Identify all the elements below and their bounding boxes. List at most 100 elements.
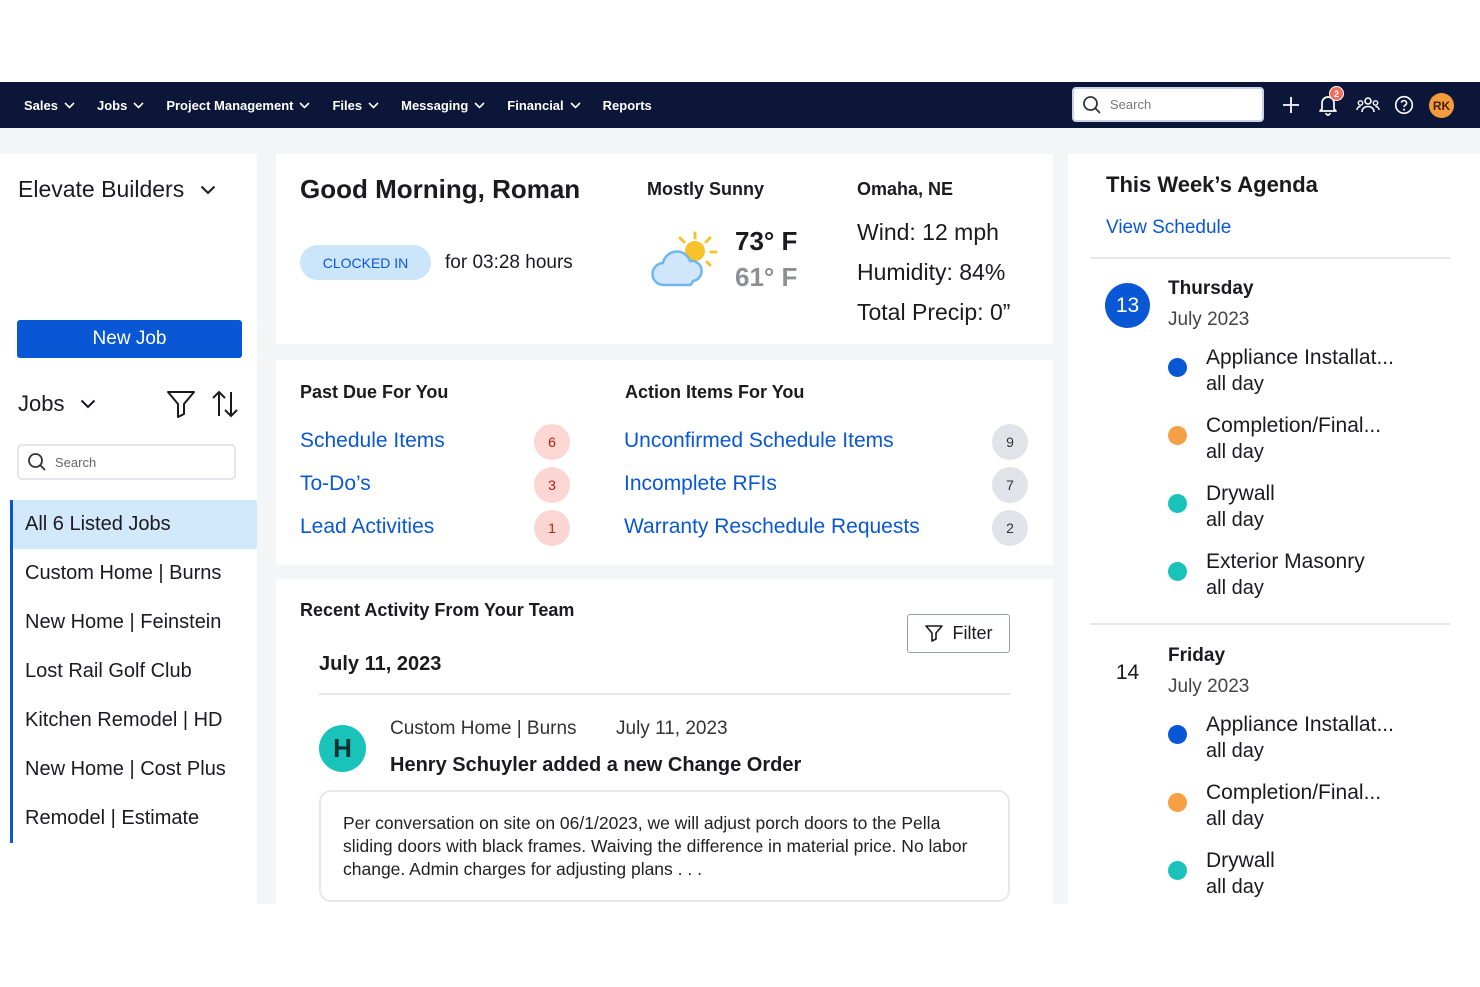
count-badge: 3 — [534, 467, 570, 503]
activity-job-name[interactable]: Custom Home | Burns — [390, 718, 577, 740]
jobs-label: Jobs — [18, 391, 65, 416]
nav-jobs[interactable]: Jobs — [97, 98, 144, 113]
agenda-event[interactable]: Completion/Final... all day — [1168, 781, 1458, 835]
new-job-button[interactable]: New Job — [17, 320, 242, 358]
activity-headline[interactable]: Henry Schuyler added a new Change Order — [390, 754, 801, 777]
nav-project-management[interactable]: Project Management — [166, 97, 311, 113]
weekly-agenda-panel: This Week’s Agenda View Schedule 13 Thur… — [1068, 154, 1480, 904]
chevron-down-icon — [133, 101, 144, 109]
day-month: July 2023 — [1168, 676, 1250, 697]
sort-icon[interactable] — [211, 389, 239, 419]
temperature-high: 73° F — [735, 226, 798, 256]
past-due-todos-link[interactable]: To-Do’s — [300, 472, 371, 496]
view-schedule-link[interactable]: View Schedule — [1106, 217, 1231, 239]
tasks-card: Past Due For You Schedule Items 6 To-Do’… — [276, 360, 1053, 565]
global-search-input[interactable] — [1110, 97, 1250, 112]
search-icon — [1083, 95, 1101, 114]
event-color-dot — [1168, 725, 1187, 744]
event-time: all day — [1206, 373, 1264, 395]
event-color-dot — [1168, 562, 1187, 581]
job-list: All 6 Listed Jobs Custom Home | Burns Ne… — [10, 500, 257, 843]
event-color-dot — [1168, 426, 1187, 445]
past-due-schedule-items-link[interactable]: Schedule Items — [300, 429, 445, 453]
weather-condition: Mostly Sunny — [647, 179, 765, 199]
agenda-title: This Week’s Agenda — [1106, 172, 1318, 197]
notification-count-badge: 2 — [1329, 86, 1344, 101]
help-button[interactable] — [1391, 92, 1417, 118]
chevron-down-icon — [299, 101, 311, 109]
recent-activity-card: Recent Activity From Your Team Filter Ju… — [276, 579, 1053, 904]
global-search-box[interactable] — [1072, 87, 1264, 122]
search-icon — [28, 453, 46, 471]
event-time: all day — [1206, 740, 1264, 762]
job-list-item[interactable]: New Home | Cost Plus — [13, 745, 257, 794]
nav-label: Project Management — [166, 97, 294, 113]
agenda-event[interactable]: Appliance Installat... all day — [1168, 713, 1458, 767]
event-color-dot — [1168, 793, 1187, 812]
incomplete-rfis-link[interactable]: Incomplete RFIs — [624, 472, 777, 496]
team-icon — [1356, 97, 1380, 113]
count-badge: 6 — [534, 424, 570, 460]
activity-filter-button[interactable]: Filter — [907, 614, 1010, 653]
chevron-down-icon — [474, 101, 485, 109]
job-list-item-all[interactable]: All 6 Listed Jobs — [13, 500, 257, 549]
activity-note: Per conversation on site on 06/1/2023, w… — [319, 790, 1010, 902]
add-button[interactable] — [1278, 92, 1304, 118]
temperature-low: 61° F — [735, 262, 798, 292]
nav-files[interactable]: Files — [332, 98, 379, 113]
weather-precip: Total Precip: 0” — [857, 299, 1011, 325]
event-name: Exterior Masonry — [1206, 550, 1365, 573]
day-month: July 2023 — [1168, 309, 1250, 330]
event-name: Completion/Final... — [1206, 414, 1382, 437]
jobs-dropdown[interactable]: Jobs — [18, 391, 96, 417]
jobs-sidebar: Elevate Builders New Job Jobs All 6 List… — [0, 154, 257, 904]
nav-messaging[interactable]: Messaging — [401, 98, 485, 113]
past-due-title: Past Due For You — [300, 382, 449, 402]
help-icon — [1394, 95, 1414, 115]
event-time: all day — [1206, 577, 1264, 599]
divider — [1090, 257, 1450, 259]
chevron-down-icon — [64, 101, 75, 109]
greeting-title: Good Morning, Roman — [300, 174, 581, 204]
nav-reports[interactable]: Reports — [603, 98, 652, 113]
warranty-reschedule-requests-link[interactable]: Warranty Reschedule Requests — [624, 515, 920, 539]
agenda-event[interactable]: Drywall all day — [1168, 849, 1458, 903]
unconfirmed-schedule-items-link[interactable]: Unconfirmed Schedule Items — [624, 429, 894, 453]
job-list-item[interactable]: New Home | Feinstein — [13, 598, 257, 647]
count-badge: 1 — [534, 510, 570, 546]
nav-label: Jobs — [96, 97, 128, 113]
action-items-title: Action Items For You — [625, 382, 805, 402]
event-time: all day — [1206, 876, 1264, 898]
user-avatar[interactable]: RK — [1429, 93, 1454, 118]
past-due-lead-activities-link[interactable]: Lead Activities — [300, 515, 434, 539]
job-list-item[interactable]: Remodel | Estimate — [13, 794, 257, 843]
day-name: Friday — [1168, 645, 1226, 666]
job-list-item[interactable]: Custom Home | Burns — [13, 549, 257, 598]
agenda-event[interactable]: Appliance Installat... all day — [1168, 346, 1458, 400]
nav-sales[interactable]: Sales — [24, 98, 75, 113]
count-badge: 2 — [992, 510, 1028, 546]
event-time: all day — [1206, 808, 1264, 830]
nav-label: Financial — [507, 97, 564, 113]
notifications-button[interactable]: 2 — [1315, 86, 1344, 118]
filter-icon[interactable] — [166, 390, 196, 418]
nav-label: Reports — [602, 97, 652, 113]
nav-financial[interactable]: Financial — [507, 97, 581, 113]
job-list-item[interactable]: Kitchen Remodel | HD — [13, 696, 257, 745]
team-button[interactable] — [1355, 92, 1381, 118]
weather-humidity: Humidity: 84% — [857, 259, 1006, 285]
clock-status-badge[interactable]: CLOCKED IN — [300, 245, 431, 280]
avatar: H — [319, 725, 366, 772]
job-search-box[interactable] — [17, 444, 236, 480]
chevron-down-icon — [570, 101, 581, 109]
plus-icon — [1283, 97, 1299, 113]
event-name: Drywall — [1206, 849, 1275, 872]
agenda-event[interactable]: Exterior Masonry all day — [1168, 550, 1458, 604]
job-search-input[interactable] — [55, 454, 225, 470]
event-name: Completion/Final... — [1206, 781, 1382, 804]
job-list-item[interactable]: Lost Rail Golf Club — [13, 647, 257, 696]
greeting-card: Good Morning, Roman CLOCKED IN for 03:28… — [276, 154, 1053, 344]
agenda-event[interactable]: Completion/Final... all day — [1168, 414, 1458, 468]
agenda-event[interactable]: Drywall all day — [1168, 482, 1458, 536]
company-selector[interactable]: Elevate Builders — [18, 176, 216, 203]
